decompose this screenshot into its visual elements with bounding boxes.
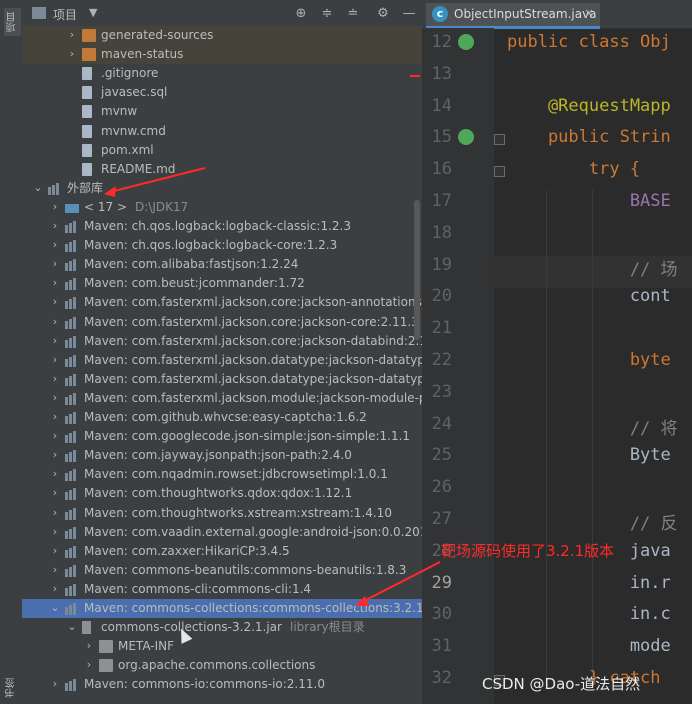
arrow-to-external-libs bbox=[109, 167, 206, 193]
watermark: CSDN @Dao-道法自然 bbox=[482, 675, 641, 693]
arrow-head bbox=[104, 186, 116, 197]
arrow-to-collections bbox=[361, 561, 441, 603]
annotation-text: 靶场源码使用了3.2.1版本 bbox=[441, 542, 615, 560]
arrow-head bbox=[355, 596, 369, 606]
annotation-arrows bbox=[104, 75, 441, 606]
